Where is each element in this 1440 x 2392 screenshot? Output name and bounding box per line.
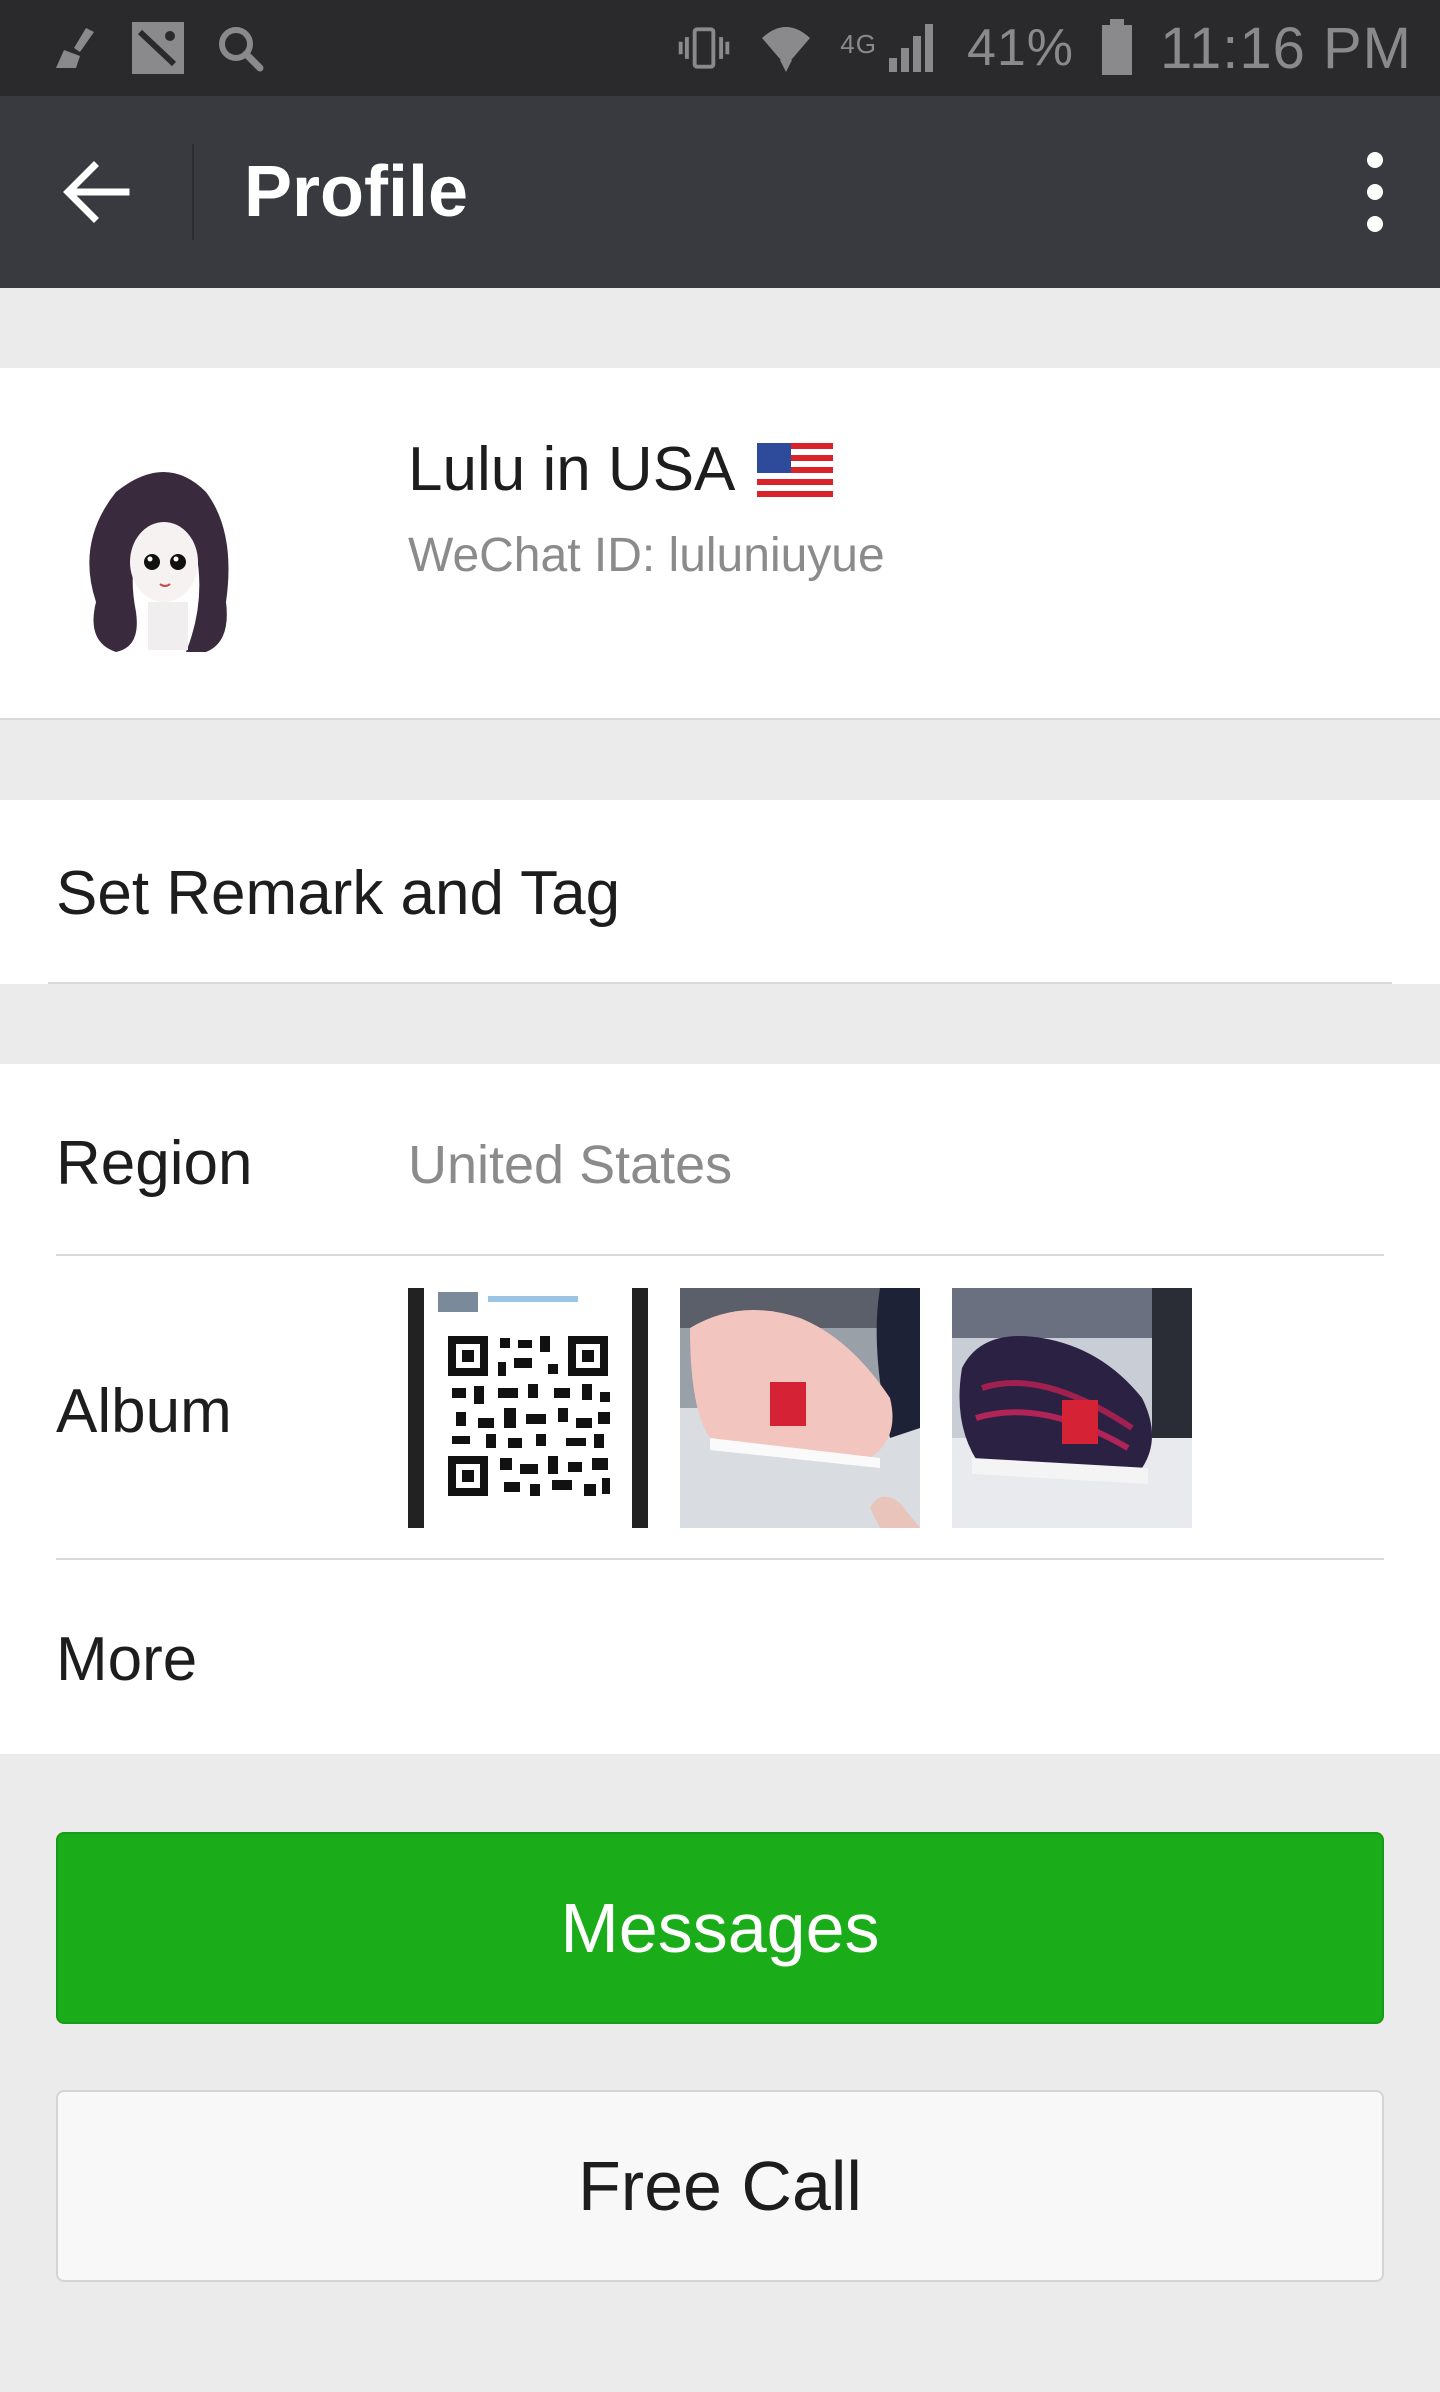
signal-icon	[885, 20, 941, 76]
image-icon	[130, 20, 186, 76]
profile-card: Lulu in USA WeChat ID: luluniuyue	[0, 368, 1440, 720]
vibrate-icon	[676, 20, 732, 76]
set-remark-row[interactable]: Set Remark and Tag	[0, 800, 1440, 984]
more-options-button[interactable]	[1310, 96, 1440, 288]
status-bar: 4G 41% 11:16 PM	[0, 0, 1440, 96]
more-label[interactable]: More	[56, 1624, 197, 1695]
row-divider	[56, 1558, 1384, 1560]
more-vertical-icon	[1367, 152, 1383, 232]
app-bar: Profile	[0, 96, 1440, 288]
free-call-button[interactable]: Free Call	[56, 2090, 1384, 2282]
album-label: Album	[56, 1377, 232, 1446]
network-type-label: 4G	[840, 28, 877, 59]
album-thumb-qr-code[interactable]	[408, 1288, 648, 1528]
status-bar-left	[48, 20, 268, 76]
album-thumb-navy-sneaker[interactable]	[952, 1288, 1192, 1528]
battery-percent: 41%	[966, 19, 1075, 77]
clock: 11:16 PM	[1160, 15, 1412, 81]
wifi-icon	[758, 20, 814, 76]
info-section: Region United States Album More	[0, 1064, 1440, 1754]
back-button[interactable]	[0, 96, 192, 288]
broom-icon	[48, 20, 104, 76]
album-thumb-pink-sneaker[interactable]	[680, 1288, 920, 1528]
avatar[interactable]	[56, 452, 266, 662]
battery-icon	[1100, 19, 1134, 76]
profile-name: Lulu in USA	[408, 435, 736, 504]
messages-button[interactable]: Messages	[56, 1832, 1384, 2024]
page-title: Profile	[244, 152, 469, 232]
region-value: United States	[408, 1135, 733, 1195]
us-flag-icon	[757, 442, 834, 497]
arrow-left-icon	[63, 161, 130, 223]
row-divider	[56, 1254, 1384, 1256]
region-label: Region	[56, 1129, 253, 1198]
status-bar-right: 4G 41% 11:16 PM	[676, 15, 1412, 82]
app-bar-divider	[192, 144, 194, 240]
search-icon	[212, 20, 268, 76]
set-remark-label: Set Remark and Tag	[56, 859, 621, 928]
profile-name-row: Lulu in USA	[408, 434, 834, 505]
row-divider	[48, 982, 1392, 984]
wechat-id: WeChat ID: luluniuyue	[408, 529, 885, 582]
